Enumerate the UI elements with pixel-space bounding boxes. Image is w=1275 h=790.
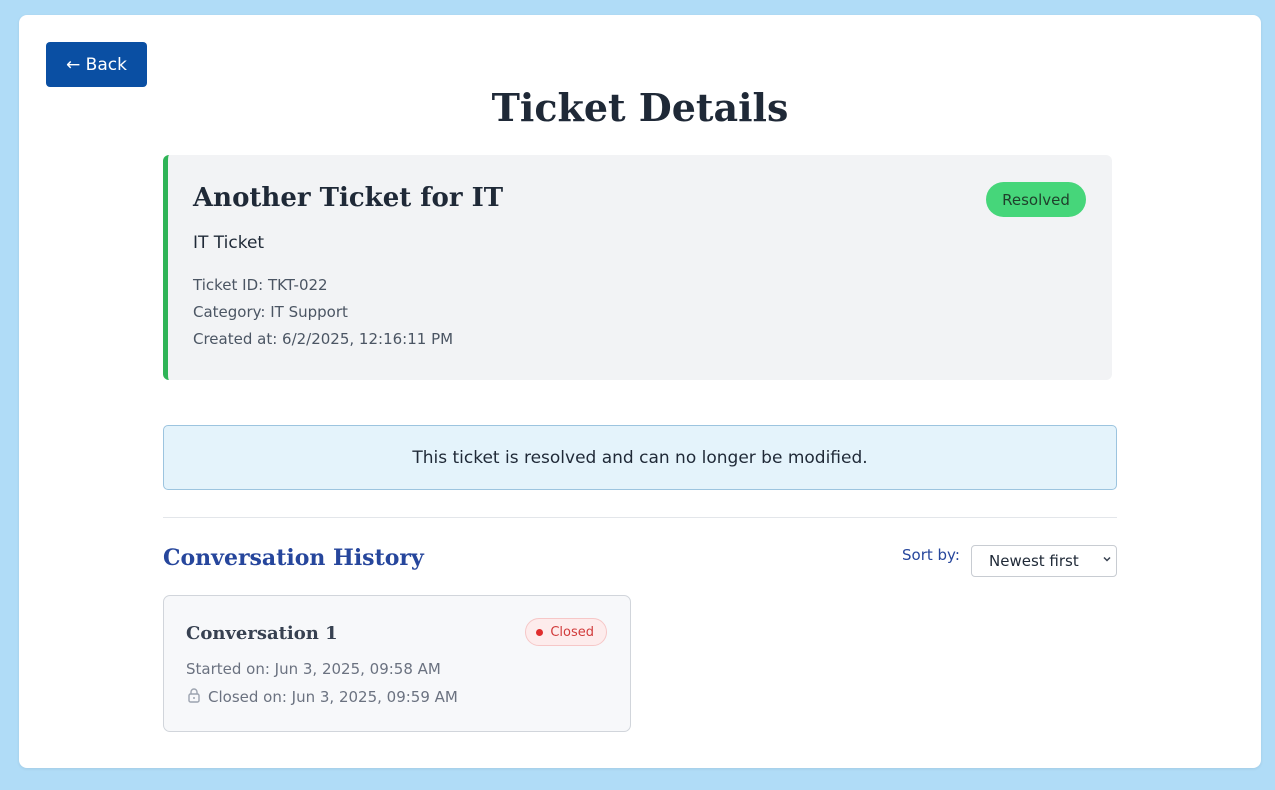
- conversation-title: Conversation 1: [186, 623, 338, 644]
- ticket-category: Category: IT Support: [193, 303, 348, 321]
- ticket-subtitle: IT Ticket: [193, 233, 265, 253]
- conversation-closed: Closed on: Jun 3, 2025, 09:59 AM: [186, 687, 458, 707]
- conversation-status-label: Closed: [550, 624, 594, 640]
- back-button[interactable]: ← Back: [46, 42, 147, 87]
- conversation-status-badge: Closed: [525, 618, 607, 646]
- status-badge: Resolved: [986, 182, 1086, 217]
- conversation-card[interactable]: Conversation 1 Closed Started on: Jun 3,…: [163, 595, 631, 732]
- page-title: Ticket Details: [491, 85, 789, 130]
- sort-label: Sort by:: [902, 546, 960, 564]
- divider: [163, 517, 1117, 518]
- ticket-card: Another Ticket for IT Resolved IT Ticket…: [163, 155, 1112, 380]
- ticket-title: Another Ticket for IT: [193, 183, 504, 213]
- chevron-down-icon: [1102, 554, 1112, 567]
- sort-select[interactable]: Newest first: [971, 545, 1117, 577]
- lock-icon: [186, 687, 202, 707]
- status-dot-icon: [536, 628, 544, 636]
- conversation-history-heading: Conversation History: [163, 545, 424, 571]
- conversation-started-text: Started on: Jun 3, 2025, 09:58 AM: [186, 660, 441, 678]
- conversation-closed-text: Closed on: Jun 3, 2025, 09:59 AM: [208, 688, 458, 706]
- ticket-created-at: Created at: 6/2/2025, 12:16:11 PM: [193, 330, 454, 348]
- sort-value: Newest first: [989, 552, 1079, 570]
- conversation-started: Started on: Jun 3, 2025, 09:58 AM: [186, 660, 441, 678]
- resolved-notice: This ticket is resolved and can no longe…: [163, 425, 1117, 490]
- main-card: ← Back Ticket Details Another Ticket for…: [19, 15, 1261, 768]
- ticket-id: Ticket ID: TKT-022: [193, 276, 328, 294]
